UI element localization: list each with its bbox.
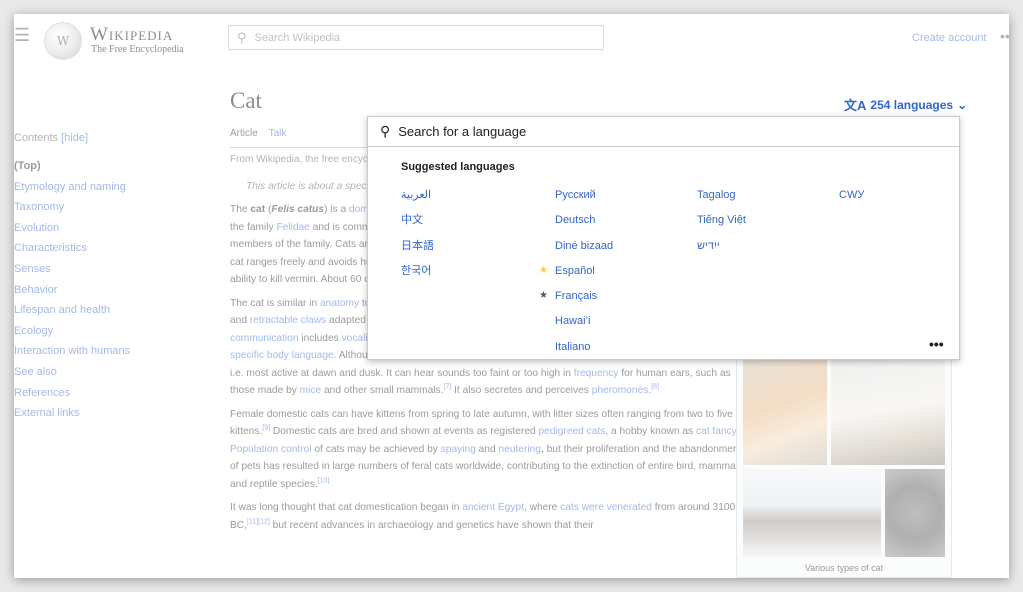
toc-hide-link[interactable]: [hide] xyxy=(61,132,88,144)
search-icon: ⚲ xyxy=(237,29,247,45)
toc-heading: Contents [hide] xyxy=(14,132,154,144)
tab-article[interactable]: Article xyxy=(230,126,258,139)
language-link-label: Diné bizaad xyxy=(555,239,614,252)
language-link[interactable]: СWУ xyxy=(839,187,864,212)
language-column-2: Русский Deutsch Diné bizaad ★ Español ★ Fr… xyxy=(539,187,613,364)
language-link[interactable]: Tagalog xyxy=(697,187,746,212)
language-link-label: Español xyxy=(555,264,595,277)
toc-item[interactable]: Ecology xyxy=(14,321,154,342)
toc-item[interactable]: Senses xyxy=(14,259,154,280)
language-link-label: Hawaiʻi xyxy=(555,315,591,328)
language-column-4: СWУ xyxy=(839,187,864,212)
language-link[interactable]: 한국어 xyxy=(401,263,434,288)
toc-item[interactable]: Lifespan and health xyxy=(14,300,154,321)
logo-title: Wikipedia xyxy=(90,24,174,45)
site-header: ☰ W Wikipedia The Free Encyclopedia ⚲ Se… xyxy=(14,14,1009,62)
language-link[interactable]: Hawaiʻi xyxy=(555,313,613,338)
toc-item[interactable]: External links xyxy=(14,403,154,424)
infobox: Various types of cat xyxy=(736,334,952,578)
cat-photo-tabby[interactable] xyxy=(743,469,881,557)
suggested-languages-heading: Suggested languages xyxy=(401,161,515,173)
infobox-caption: Various types of cat xyxy=(804,563,884,573)
paragraph: Female domestic cats can have kittens fr… xyxy=(230,408,742,490)
toc-item[interactable]: (Top) xyxy=(14,156,154,177)
language-search-bar: ⚲ xyxy=(368,117,959,147)
language-link-label: Deutsch xyxy=(555,214,596,227)
language-link[interactable]: Русский xyxy=(555,187,613,212)
language-link[interactable]: 中文 xyxy=(401,212,434,237)
language-link[interactable]: Diné bizaad xyxy=(555,238,613,263)
toc-item[interactable]: Etymology and naming xyxy=(14,177,154,198)
table-of-contents: Contents [hide] (Top) Etymology and nami… xyxy=(14,132,154,424)
logo-subtitle: The Free Encyclopedia xyxy=(91,44,184,55)
language-link[interactable]: ★ Français xyxy=(539,288,613,313)
language-link[interactable]: Deutsch xyxy=(555,212,613,237)
wikipedia-globe-icon[interactable]: W xyxy=(44,22,82,60)
tab-talk[interactable]: Talk xyxy=(269,126,287,139)
paragraph: It was long thought that cat domesticati… xyxy=(230,502,736,531)
language-link[interactable]: ★ Español xyxy=(539,263,613,288)
browser-window: ☰ W Wikipedia The Free Encyclopedia ⚲ Se… xyxy=(14,14,1009,578)
language-column-3: Tagalog Tiếng Việt ייִדיש xyxy=(697,187,746,263)
search-placeholder: Search Wikipedia xyxy=(254,31,341,44)
featured-star-icon: ★ xyxy=(539,264,548,276)
wikipedia-search-input[interactable]: ⚲ Search Wikipedia xyxy=(228,25,604,50)
menu-icon[interactable]: ☰ xyxy=(14,26,30,44)
toc-item[interactable]: References xyxy=(14,383,154,404)
cat-photo-gray[interactable] xyxy=(885,469,945,557)
language-link-label: Italiano xyxy=(555,340,591,353)
language-link[interactable]: Tiếng Việt xyxy=(697,212,746,237)
cat-photo-orange[interactable] xyxy=(743,353,827,465)
more-options-icon[interactable]: •• xyxy=(1000,28,1009,44)
language-link[interactable]: Italiano xyxy=(555,339,613,364)
more-languages-button[interactable]: ••• xyxy=(929,337,944,351)
toc-title: Contents xyxy=(14,132,59,144)
language-link[interactable]: 日本語 xyxy=(401,238,434,263)
toc-item[interactable]: Characteristics xyxy=(14,238,154,259)
language-selector-popup: ⚲ Suggested languages العربية 中文 日本語 한국어… xyxy=(367,116,960,360)
translate-icon: 文A xyxy=(844,98,867,113)
toc-item[interactable]: Behavior xyxy=(14,280,154,301)
language-link-label: Русский xyxy=(555,189,596,201)
language-search-input[interactable] xyxy=(398,124,919,139)
language-column-1: العربية 中文 日本語 한국어 xyxy=(401,187,434,288)
toc-item[interactable]: Evolution xyxy=(14,218,154,239)
page-title: Cat xyxy=(230,88,262,113)
language-link[interactable]: ייִדיש xyxy=(697,238,746,263)
languages-count: 254 languages xyxy=(870,97,954,112)
wikipedia-wordmark[interactable]: Wikipedia The Free Encyclopedia xyxy=(90,25,184,56)
toc-item[interactable]: Taxonomy xyxy=(14,197,154,218)
languages-button[interactable]: 文A 254 languages ⌄ xyxy=(844,95,967,114)
toc-item[interactable]: See also xyxy=(14,362,154,383)
good-article-star-icon: ★ xyxy=(539,290,548,302)
search-icon: ⚲ xyxy=(380,123,391,139)
cat-photo-siamese[interactable] xyxy=(831,353,945,465)
chevron-down-icon: ⌄ xyxy=(957,97,968,112)
language-link[interactable]: العربية xyxy=(401,187,434,212)
language-link-label: Français xyxy=(555,290,598,303)
create-account-link[interactable]: Create account xyxy=(912,32,987,44)
toc-item[interactable]: Interaction with humans xyxy=(14,341,154,362)
